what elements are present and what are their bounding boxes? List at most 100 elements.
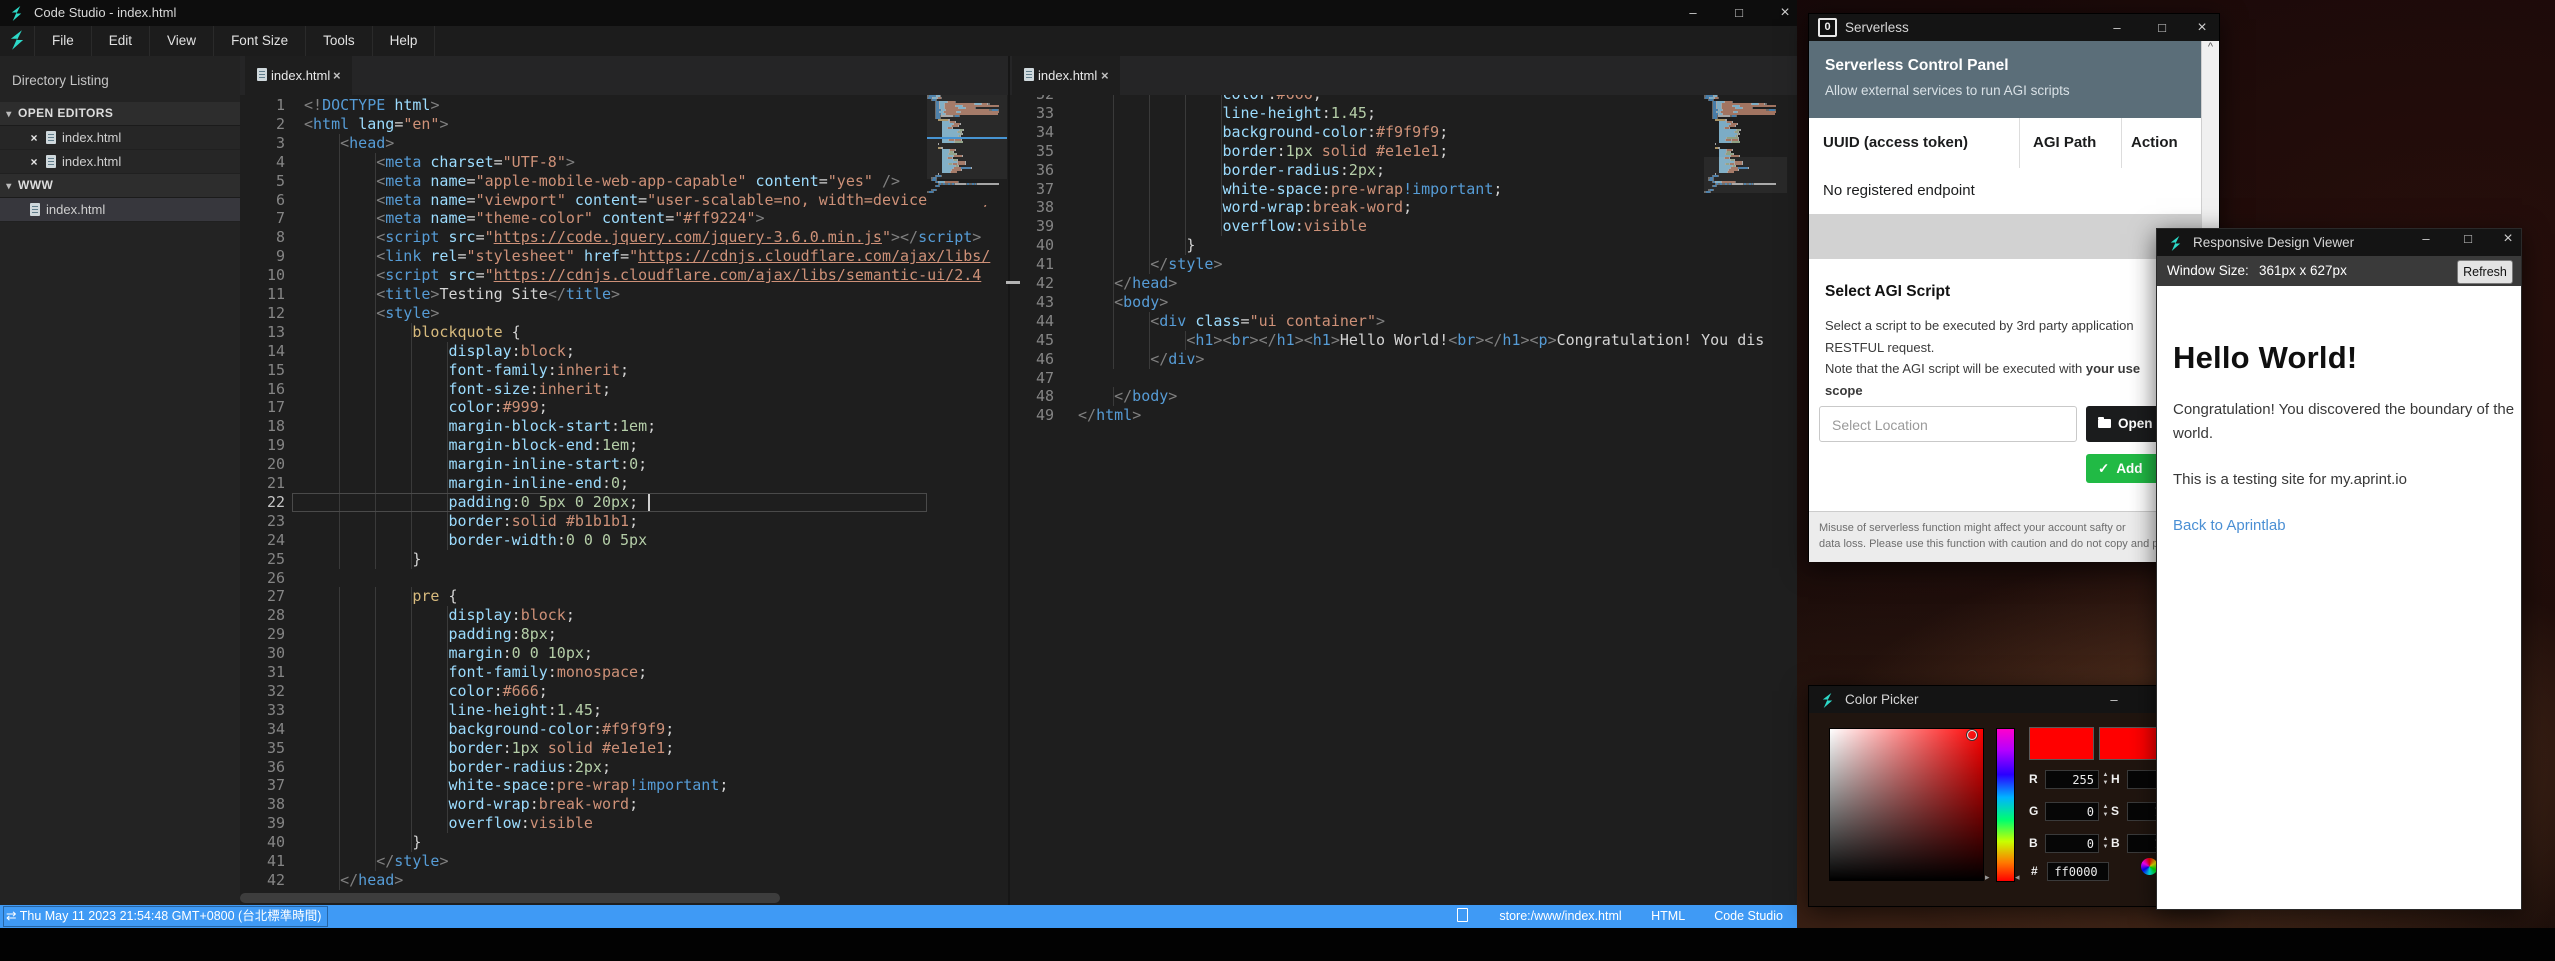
app-logo-icon <box>6 29 28 51</box>
fold-marker[interactable] <box>1006 281 1020 284</box>
color-value-input[interactable]: 0 <box>2045 834 2099 853</box>
minimize-button[interactable]: – <box>2104 18 2130 38</box>
minimap-right[interactable] <box>1704 95 1787 205</box>
tab-close-icon[interactable]: × <box>333 68 341 83</box>
code-line: padding:0 5px 0 20px; <box>304 493 638 512</box>
statusbar-datetime[interactable]: ⇄ Thu May 11 2023 21:54:48 GMT+0800 (台北標… <box>3 906 328 927</box>
color-value-input[interactable]: 255 <box>2045 770 2099 789</box>
column-agi-path: AGI Path <box>2033 134 2096 151</box>
minimize-button[interactable]: – <box>2413 229 2439 249</box>
script-location-input[interactable]: Select Location <box>1819 406 2077 442</box>
tree-item-index.html[interactable]: ×index.html <box>0 126 240 150</box>
stepper-arrows-icon[interactable]: ▲▼ <box>2101 771 2110 789</box>
code-line: margin-block-start:1em; <box>304 417 656 436</box>
file-icon <box>30 203 40 216</box>
maximize-button[interactable]: □ <box>2455 229 2481 249</box>
code-line: <meta charset="UTF-8"> <box>304 153 575 172</box>
code-line: pre { <box>304 587 457 606</box>
editor-right[interactable]: 32color:#666;33line-height:1.45;34backgr… <box>1010 95 1797 905</box>
minimize-button[interactable]: – <box>2101 690 2127 710</box>
code-line: margin-inline-start:0; <box>304 455 647 474</box>
maximize-button[interactable]: □ <box>1726 3 1752 23</box>
code-line: border:1px solid #e1e1e1; <box>304 739 674 758</box>
window-title: Responsive Design Viewer <box>2193 229 2354 256</box>
current-color-swatch[interactable] <box>2029 727 2094 760</box>
menu-item-edit[interactable]: Edit <box>92 26 150 56</box>
code-line: display:block; <box>304 342 575 361</box>
menu-item-tools[interactable]: Tools <box>306 26 373 56</box>
menu-item-help[interactable]: Help <box>373 26 436 56</box>
horizontal-scrollbar[interactable] <box>240 893 920 903</box>
desktop: Code Studio - index.html – □ × FileEditV… <box>0 0 2555 961</box>
close-icon[interactable]: × <box>26 127 42 150</box>
color-field-b: B0▲▼ <box>2029 834 2111 854</box>
stepper-arrows-icon[interactable]: ▲▼ <box>2101 803 2110 821</box>
code-line: </head> <box>1078 274 1177 293</box>
close-button[interactable]: × <box>1772 3 1798 23</box>
code-line: <link rel="stylesheet" href="https://cdn… <box>304 247 990 266</box>
code-line: margin-block-end:1em; <box>304 436 638 455</box>
tree-item-index.html[interactable]: ×index.html <box>0 198 240 222</box>
code-line: </style> <box>1078 255 1222 274</box>
code-line: <html lang="en"> <box>304 115 449 134</box>
menu-item-font-size[interactable]: Font Size <box>214 26 306 56</box>
panel-title: Serverless Control Panel <box>1825 57 2009 75</box>
statusbar-app-name[interactable]: Code Studio <box>1714 909 1783 923</box>
scroll-up-icon[interactable]: ^ <box>2208 41 2213 53</box>
statusbar-file-path[interactable]: store:/www/index.html <box>1457 909 1621 923</box>
color-value-input[interactable]: 0 <box>2045 802 2099 821</box>
statusbar-language[interactable]: HTML <box>1651 909 1685 923</box>
menu-bar: FileEditViewFont SizeToolsHelp <box>0 26 1797 57</box>
tree-section-www[interactable]: ▾WWW <box>0 174 240 198</box>
responsive-design-viewer-window: Responsive Design Viewer – □ × Window Si… <box>2156 228 2522 910</box>
rdv-title-bar: Responsive Design Viewer – □ × <box>2157 229 2521 256</box>
code-line: </head> <box>304 871 403 890</box>
rdv-preview-content: Hello World! Congratulation! You discove… <box>2157 286 2521 907</box>
code-line: color:#666; <box>304 682 548 701</box>
code-line: <head> <box>304 134 394 153</box>
tab-index-html-right[interactable]: index.html × <box>1012 56 1120 95</box>
window-size-value: 361px x 627px <box>2259 256 2347 286</box>
code-line: color:#666; <box>1078 95 1322 104</box>
code-line: <meta name="viewport" content="user-scal… <box>304 191 990 210</box>
menu-item-view[interactable]: View <box>150 26 214 56</box>
code-line: <meta name="theme-color" content="#ff922… <box>304 209 765 228</box>
taskbar: 0 <box>0 928 2555 961</box>
color-selector-ring[interactable] <box>1967 730 1977 740</box>
hue-marker-right-icon[interactable]: ◂ <box>2015 872 2020 883</box>
hex-field-row: # ff0000 <box>2031 862 2131 882</box>
code-line: <h1><br></h1><h1>Hello World!<br></h1><p… <box>1078 331 1764 350</box>
code-line: overflow:visible <box>1078 217 1367 236</box>
endpoint-table-header: UUID (access token) AGI Path Action <box>1809 118 2201 169</box>
close-icon[interactable]: × <box>26 151 42 174</box>
back-to-aprintlab-link[interactable]: Back to Aprintlab <box>2173 517 2286 534</box>
code-studio-window: Code Studio - index.html – □ × FileEditV… <box>0 0 1797 928</box>
refresh-button[interactable]: Refresh <box>2457 260 2513 284</box>
window-size-label: Window Size: <box>2167 256 2249 286</box>
close-button[interactable]: × <box>2495 229 2521 249</box>
minimize-button[interactable]: – <box>1680 3 1706 23</box>
serverless-header: Serverless Control Panel Allow external … <box>1809 41 2201 118</box>
tree-item-index.html[interactable]: ×index.html <box>0 150 240 174</box>
stepper-arrows-icon[interactable]: ▲▼ <box>2101 835 2110 853</box>
saturation-value-area[interactable] <box>1829 728 1984 881</box>
maximize-button[interactable]: □ <box>2149 18 2175 38</box>
sync-icon: ⇄ <box>6 909 16 923</box>
tree-section-open-editors[interactable]: ▾OPEN EDITORS <box>0 102 240 126</box>
hue-marker-left-icon[interactable]: ▸ <box>1985 872 1990 883</box>
tab-close-icon[interactable]: × <box>1101 68 1109 83</box>
tab-index-html-left[interactable]: index.html × <box>245 56 352 95</box>
menu-item-file[interactable]: File <box>34 26 92 56</box>
column-divider <box>2019 118 2020 168</box>
code-line: <meta name="apple-mobile-web-app-capable… <box>304 172 900 191</box>
preview-paragraph: This is a testing site for my.aprint.io <box>2173 468 2515 492</box>
hex-input[interactable]: ff0000 <box>2047 862 2109 881</box>
code-line: background-color:#f9f9f9; <box>304 720 674 739</box>
minimap-left[interactable] <box>927 95 1007 205</box>
close-button[interactable]: × <box>2189 18 2215 38</box>
code-line: } <box>304 550 421 569</box>
code-line: font-size:inherit; <box>304 380 611 399</box>
hue-slider[interactable] <box>1996 728 2015 882</box>
editor-left[interactable]: 1<!DOCTYPE html>2<html lang="en">3<head>… <box>240 95 1008 905</box>
code-line: display:block; <box>304 606 575 625</box>
